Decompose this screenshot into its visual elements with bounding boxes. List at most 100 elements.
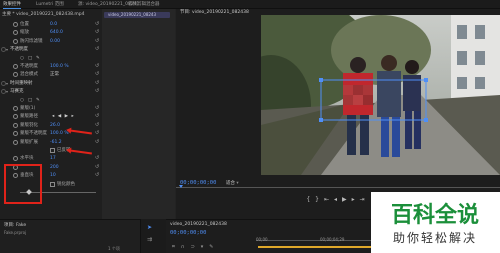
reset-icon[interactable]: ↺ bbox=[95, 155, 99, 162]
checkbox[interactable] bbox=[50, 148, 55, 153]
animation-toggle-icon[interactable] bbox=[13, 72, 18, 78]
program-timecode[interactable]: 00;00;00;00 bbox=[180, 180, 216, 186]
property-value[interactable]: 200 bbox=[50, 164, 59, 171]
property-row: 防闪烁滤镜 0.00 ↺ bbox=[0, 38, 102, 45]
reset-icon[interactable]: ↺ bbox=[95, 46, 99, 53]
animation-toggle-icon[interactable] bbox=[13, 38, 18, 44]
reset-icon[interactable]: ↺ bbox=[95, 63, 99, 70]
property-row: 不透明度 100.0 % ↺ bbox=[0, 63, 102, 70]
property-value[interactable]: 10 bbox=[50, 172, 56, 179]
animation-toggle-icon[interactable] bbox=[13, 114, 18, 120]
property-row: 蒙版路径 ◂ ◀ ▶ ▸ ↺ bbox=[0, 113, 102, 120]
property-value[interactable]: 26.0 bbox=[50, 122, 60, 129]
expand-arrow-icon[interactable]: ▾ bbox=[6, 88, 8, 95]
fx-toggle-icon[interactable] bbox=[1, 80, 6, 86]
program-scrub-bar[interactable] bbox=[176, 187, 500, 188]
expand-arrow-icon[interactable]: ▾ bbox=[6, 46, 8, 53]
tab-audio-mixer[interactable]: 音频剪辑混合器 bbox=[128, 1, 160, 8]
rect-mask-icon[interactable]: □ bbox=[28, 97, 32, 104]
reset-icon[interactable]: ↺ bbox=[95, 80, 99, 87]
property-label: 不透明度 bbox=[20, 64, 38, 69]
property-label: 蒙版路径 bbox=[20, 114, 38, 120]
rect-mask-icon[interactable]: □ bbox=[28, 55, 32, 62]
animation-toggle-icon[interactable] bbox=[13, 106, 18, 111]
reset-icon[interactable]: ↺ bbox=[95, 139, 99, 146]
reset-icon[interactable]: ↺ bbox=[95, 71, 99, 78]
video-frame[interactable] bbox=[261, 15, 500, 175]
tool-strip: ➤ ⇉ bbox=[140, 219, 166, 253]
ellipse-mask-icon[interactable]: ○ bbox=[20, 55, 24, 62]
property-row: 缩放 640.0 ↺ bbox=[0, 29, 102, 36]
pen-mask-icon[interactable]: ✎ bbox=[36, 55, 40, 62]
step-back-icon[interactable]: ◂ bbox=[334, 196, 342, 203]
tab-lumetri-scopes[interactable]: Lumetri 范围 bbox=[36, 1, 64, 8]
mark-in-icon[interactable]: { bbox=[306, 196, 315, 203]
reset-icon[interactable]: ↺ bbox=[95, 113, 99, 120]
step-forward-icon[interactable]: ▸ bbox=[352, 196, 360, 203]
animation-toggle-icon[interactable] bbox=[13, 122, 18, 128]
animation-toggle-icon[interactable] bbox=[13, 22, 18, 27]
linked-icon[interactable]: ⊃ bbox=[191, 244, 201, 250]
watermark-logo: 百科全说 助你轻松解决 bbox=[391, 202, 479, 245]
wrench-icon[interactable]: ✎ bbox=[209, 244, 219, 250]
checkbox-label: 锐化颜色 bbox=[57, 181, 75, 187]
property-value[interactable]: -61.2 bbox=[50, 139, 62, 146]
program-fit-dropdown[interactable]: 适合 bbox=[226, 180, 239, 186]
property-value[interactable]: 100.0 % bbox=[50, 63, 69, 70]
animation-toggle-icon[interactable] bbox=[13, 139, 18, 145]
marker-icon[interactable]: ▾ bbox=[201, 244, 210, 250]
reset-icon[interactable]: ↺ bbox=[95, 130, 99, 137]
animation-toggle-icon[interactable] bbox=[13, 64, 18, 69]
svg-text:百科全说: 百科全说 bbox=[391, 202, 479, 228]
go-to-in-icon[interactable]: ⇤ bbox=[324, 196, 334, 203]
mask-tools-row: ○ □ ✎ bbox=[0, 97, 102, 104]
property-value[interactable]: 0.0 bbox=[50, 21, 57, 28]
animation-toggle-icon[interactable] bbox=[13, 30, 18, 36]
nest-icon[interactable]: ⌗ bbox=[172, 244, 181, 250]
play-icon[interactable]: ▶ bbox=[342, 196, 352, 203]
property-label: 蒙版不透明度 bbox=[20, 131, 47, 137]
go-to-out-icon[interactable]: ⇥ bbox=[360, 196, 370, 203]
program-playhead-icon[interactable] bbox=[179, 185, 183, 188]
checkbox[interactable] bbox=[50, 181, 55, 187]
reset-icon[interactable]: ↺ bbox=[95, 88, 99, 95]
property-label: 蒙版(1) bbox=[20, 106, 36, 111]
property-value[interactable]: 640.0 bbox=[50, 29, 63, 36]
effect-controls-timeline[interactable] bbox=[102, 9, 175, 219]
tab-effect-controls[interactable]: 效果控件 bbox=[3, 1, 21, 9]
track-select-tool-icon[interactable]: ⇉ bbox=[147, 237, 153, 243]
reset-icon[interactable]: ↺ bbox=[95, 105, 99, 112]
property-row: 位置 0.0 ↺ bbox=[0, 21, 102, 28]
reset-icon[interactable]: ↺ bbox=[95, 172, 99, 179]
reset-icon[interactable]: ↺ bbox=[95, 21, 99, 28]
reset-icon[interactable]: ↺ bbox=[95, 122, 99, 129]
effect-section: ▾ 马赛克 ↺ bbox=[0, 88, 102, 95]
annotation-box-blocks bbox=[4, 164, 42, 204]
section-label: 不透明度 bbox=[10, 47, 28, 53]
pen-mask-icon[interactable]: ✎ bbox=[36, 97, 40, 104]
blend-mode-dropdown[interactable]: 正常 bbox=[50, 71, 59, 78]
expand-arrow-icon[interactable]: ▾ bbox=[6, 80, 8, 87]
reset-icon[interactable]: ↺ bbox=[95, 38, 99, 45]
property-label: 缩放 bbox=[20, 30, 29, 36]
panel-tab-bar: 效果控件 Lumetri 范围 源: video_20190221_082438… bbox=[0, 0, 500, 9]
property-label: 位置 bbox=[20, 22, 29, 27]
reset-icon[interactable]: ↺ bbox=[95, 29, 99, 36]
effect-controls-clip-bar[interactable]: video_20190221_08243 bbox=[104, 12, 170, 18]
effect-section: ▾ 不透明度 ↺ bbox=[0, 46, 102, 53]
selection-tool-icon[interactable]: ➤ bbox=[147, 225, 153, 231]
mark-out-icon[interactable]: } bbox=[315, 196, 324, 203]
snap-icon[interactable]: ∩ bbox=[181, 244, 191, 250]
effect-section: ▾ 时间重映射 ↺ bbox=[0, 80, 102, 87]
property-label: 蒙版扩展 bbox=[20, 139, 38, 145]
section-label: 时间重映射 bbox=[10, 80, 33, 86]
ellipse-mask-icon[interactable]: ○ bbox=[20, 97, 24, 104]
property-value[interactable]: 0.00 bbox=[50, 38, 60, 45]
property-value[interactable]: 17 bbox=[50, 155, 56, 162]
reset-icon[interactable]: ↺ bbox=[95, 164, 99, 171]
animation-toggle-icon[interactable] bbox=[13, 131, 18, 137]
timeline-sequence-title: video_20190221_082438 bbox=[170, 222, 227, 227]
animation-toggle-icon[interactable] bbox=[13, 156, 18, 162]
timeline-timecode[interactable]: 00;00;00;00 bbox=[170, 230, 206, 236]
mask-path-keyframe-nav[interactable]: ◂ ◀ ▶ ▸ bbox=[52, 113, 75, 120]
